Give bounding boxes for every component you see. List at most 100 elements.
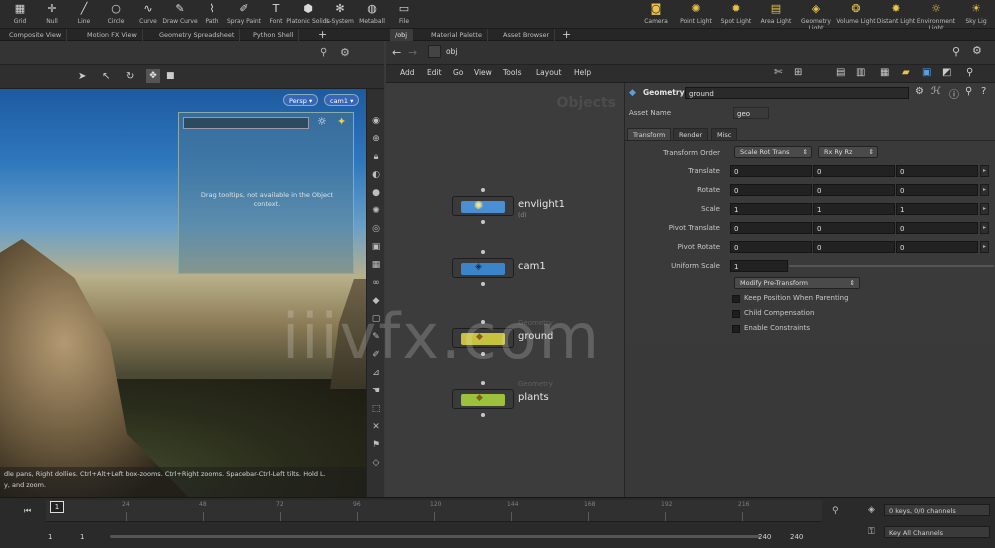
tree-view-icon[interactable]: ▦: [880, 67, 889, 78]
tab-motion-fx-view[interactable]: Motion FX View: [82, 29, 143, 41]
shading-icon[interactable]: ◐: [370, 169, 382, 181]
add-tab-icon[interactable]: +: [318, 29, 327, 41]
keep-position-checkbox[interactable]: [732, 295, 740, 303]
node-output-dot[interactable]: [481, 413, 485, 417]
diamond-icon[interactable]: ◇: [370, 457, 382, 469]
node-name-field[interactable]: ground: [685, 87, 909, 99]
node-input-dot[interactable]: [481, 188, 485, 192]
start-frame-b[interactable]: 1: [80, 533, 84, 541]
uniform-scale-slider[interactable]: [789, 265, 994, 267]
modify-pre-transform-button[interactable]: Modify Pre-Transform ⇕: [734, 277, 860, 289]
settings-icon[interactable]: ⚙: [340, 46, 350, 59]
transform-order-select[interactable]: Scale Rot Trans ⇕: [734, 146, 812, 158]
tile-view-icon[interactable]: ▥: [856, 67, 865, 78]
stop-icon[interactable]: ■: [166, 71, 175, 81]
keyframe-icon[interactable]: ◈: [868, 505, 875, 515]
network-path[interactable]: obj: [446, 47, 457, 56]
tab-material-palette[interactable]: Material Palette: [426, 29, 488, 41]
translate-key-icon[interactable]: ▸: [980, 165, 989, 177]
sphere-icon[interactable]: ●: [370, 187, 382, 199]
shelf-tool-geometry-light[interactable]: ◈Geometry Light: [794, 2, 838, 32]
x-icon[interactable]: ✕: [370, 421, 382, 433]
shelf-tool-area-light[interactable]: ▤ Area Light: [754, 2, 798, 25]
note-icon[interactable]: ▰: [902, 67, 910, 78]
eye-icon[interactable]: ◉: [370, 115, 382, 127]
shelf-tool-distant-light[interactable]: ✸ Distant Light: [874, 2, 918, 25]
shelf-tool-volume-light[interactable]: ❂ Volume Light: [834, 2, 878, 25]
camera-menu[interactable]: cam1 ▾: [324, 94, 360, 106]
child-compensation-checkbox[interactable]: [732, 310, 740, 318]
scale-key-icon[interactable]: ▸: [980, 203, 989, 215]
menu-help[interactable]: Help: [574, 68, 591, 77]
node-body[interactable]: [452, 258, 514, 278]
menu-layout[interactable]: Layout: [536, 68, 562, 77]
tab-python-shell[interactable]: Python Shell: [248, 29, 300, 41]
menu-view[interactable]: View: [474, 68, 492, 77]
search-icon[interactable]: ⚲: [832, 506, 839, 516]
tab-render[interactable]: Render: [673, 128, 709, 140]
light-bulb-icon[interactable]: ✺: [370, 205, 382, 217]
node-body[interactable]: [452, 389, 514, 409]
forward-icon[interactable]: →: [408, 46, 417, 59]
rotate-key-icon[interactable]: ▸: [980, 184, 989, 196]
star-icon[interactable]: ✦: [337, 115, 346, 128]
persp-menu[interactable]: Persp ▾: [283, 94, 319, 106]
play-controls-icon[interactable]: ⏮: [24, 506, 31, 516]
end-frame-a[interactable]: 240: [758, 533, 771, 541]
pivot-translate-y-field[interactable]: 0: [813, 222, 895, 234]
view-tool-icon[interactable]: ✥: [146, 69, 160, 83]
select-icon[interactable]: ⬚: [370, 403, 382, 415]
network-type-icon[interactable]: [428, 45, 441, 58]
back-icon[interactable]: ←: [392, 46, 401, 59]
scale-x-field[interactable]: 1: [730, 203, 812, 215]
transform-tool-icon[interactable]: ↖: [102, 71, 110, 82]
tab-obj[interactable]: /obj: [390, 29, 414, 41]
grid-toggle-icon[interactable]: ⊞: [794, 67, 802, 78]
pivot-rotate-x-field[interactable]: 0: [730, 241, 812, 253]
rotate-tool-icon[interactable]: ↻: [126, 71, 134, 82]
menu-tools[interactable]: Tools: [503, 68, 521, 77]
search-icon[interactable]: ⚲: [965, 86, 972, 97]
palette-icon[interactable]: ◩: [942, 67, 951, 78]
scale-z-field[interactable]: 1: [896, 203, 978, 215]
list-view-icon[interactable]: ▤: [836, 67, 845, 78]
shelf-tool-file[interactable]: ▭ File: [382, 2, 426, 25]
uniform-scale-field[interactable]: 1: [730, 260, 788, 272]
pin-icon[interactable]: ⚲: [320, 47, 327, 58]
playback-range-slider[interactable]: [110, 535, 760, 538]
menu-add[interactable]: Add: [400, 68, 415, 77]
tab-composite-view[interactable]: Composite View: [4, 29, 68, 41]
settings-icon[interactable]: ⚙: [915, 86, 924, 97]
flag-icon[interactable]: ⚑: [370, 439, 382, 451]
pivot-translate-x-field[interactable]: 0: [730, 222, 812, 234]
node-output-dot[interactable]: [481, 220, 485, 224]
start-frame-a[interactable]: 1: [48, 533, 52, 541]
translate-z-field[interactable]: 0: [896, 165, 978, 177]
settings-icon[interactable]: ⚙: [972, 44, 982, 57]
shelf-tool-environment-light[interactable]: ☼Environment Light: [914, 2, 958, 32]
key-all-channels-button[interactable]: Key All Channels: [884, 526, 990, 538]
pivot-rotate-y-field[interactable]: 0: [813, 241, 895, 253]
enable-constraints-checkbox[interactable]: [732, 325, 740, 333]
link-icon[interactable]: ∞: [370, 277, 382, 289]
tab-geometry-spreadsheet[interactable]: Geometry Spreadsheet: [154, 29, 241, 41]
rotate-z-field[interactable]: 0: [896, 184, 978, 196]
current-frame-marker[interactable]: 1: [50, 501, 64, 513]
info-icon[interactable]: ⓘ: [949, 86, 959, 101]
menu-go[interactable]: Go: [453, 68, 463, 77]
pivot-rotate-key-icon[interactable]: ▸: [980, 241, 989, 253]
snap-icon[interactable]: ⊕: [370, 133, 382, 145]
scale-y-field[interactable]: 1: [813, 203, 895, 215]
tab-transform[interactable]: Transform: [627, 128, 672, 140]
lock-icon[interactable]: 🔒︎: [370, 151, 382, 163]
pivot-translate-z-field[interactable]: 0: [896, 222, 978, 234]
node-output-dot[interactable]: [481, 282, 485, 286]
add-tab-icon[interactable]: +: [562, 29, 571, 41]
hand-icon[interactable]: ☚: [370, 385, 382, 397]
select-tool-icon[interactable]: ➤: [78, 71, 86, 82]
help-icon[interactable]: ?: [981, 86, 986, 97]
translate-y-field[interactable]: 0: [813, 165, 895, 177]
search-icon[interactable]: ⚲: [966, 67, 973, 78]
key-icon[interactable]: ⚿: [868, 527, 875, 537]
timeline-ruler[interactable]: 1 24 48 72 96 120 144 168 192 216: [46, 500, 822, 522]
